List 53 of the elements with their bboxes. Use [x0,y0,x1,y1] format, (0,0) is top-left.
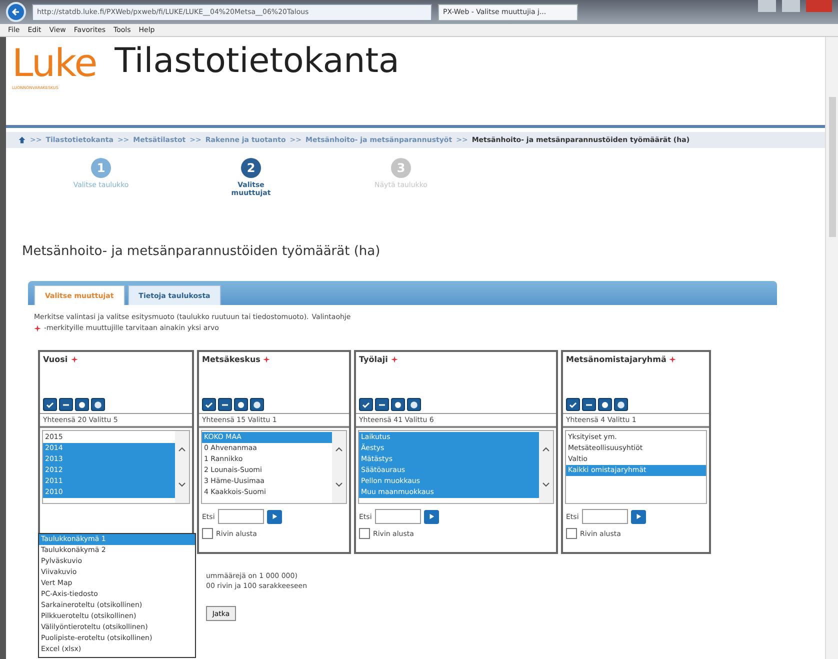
variable-name: Vuosi [43,355,68,364]
back-arrow-icon [11,7,21,17]
search-field[interactable] [218,509,264,524]
play-icon [634,513,642,520]
circle-icon [409,400,419,410]
back-button[interactable] [6,2,26,22]
scroll-down-icon[interactable] [335,482,343,488]
check-icon [568,400,578,410]
scroll-up-icon[interactable] [178,446,186,452]
deselect-all-button[interactable] [375,398,389,411]
deselect-all-button[interactable] [582,398,596,411]
select-all-button[interactable] [43,398,57,411]
deselect-all-button[interactable] [59,398,73,411]
check-icon [45,400,55,410]
scroll-up-icon[interactable] [542,446,550,452]
home-icon[interactable] [18,136,26,144]
search-field[interactable] [582,509,628,524]
select-all-button[interactable] [202,398,216,411]
step-number: 3 [391,158,411,178]
checkbox[interactable] [566,528,577,539]
scroll-down-icon[interactable] [178,482,186,488]
step-number: 2 [241,158,261,178]
check-icon [204,400,214,410]
checkbox[interactable] [359,528,370,539]
circle-icon [252,400,262,410]
page-title: Metsänhoito- ja metsänparannustöiden työmäärät (ha) [22,244,382,259]
select-all-button[interactable] [359,398,373,411]
circle-icon [93,400,103,410]
dot-icon [77,400,87,410]
format-dropdown[interactable] [38,533,196,658]
variable-name: Työlaji [359,355,388,364]
play-icon [428,513,435,520]
search-go-button[interactable] [266,510,282,524]
scroll-down-icon[interactable] [542,482,550,488]
search-field[interactable] [374,509,421,524]
step-number: 1 [91,158,111,178]
play-icon [270,513,278,520]
logo: Luke [12,41,97,85]
check-icon [361,400,371,410]
circle-icon [616,400,626,410]
required-star-icon [34,324,41,332]
search-go-button[interactable] [630,510,646,524]
variable-name: Metsänomistajaryhmä [566,355,666,364]
dot-icon [393,400,403,410]
select-all-button[interactable] [566,398,580,411]
checkbox[interactable] [202,528,213,539]
variable-name: Metsäkeskus [202,355,260,364]
dot-icon [236,400,246,410]
scroll-up-icon[interactable] [335,446,343,452]
site-title: Tilastotietokanta [114,41,400,81]
deselect-all-button[interactable] [218,398,232,411]
dot-icon [600,400,610,410]
search-go-button[interactable] [424,510,439,524]
